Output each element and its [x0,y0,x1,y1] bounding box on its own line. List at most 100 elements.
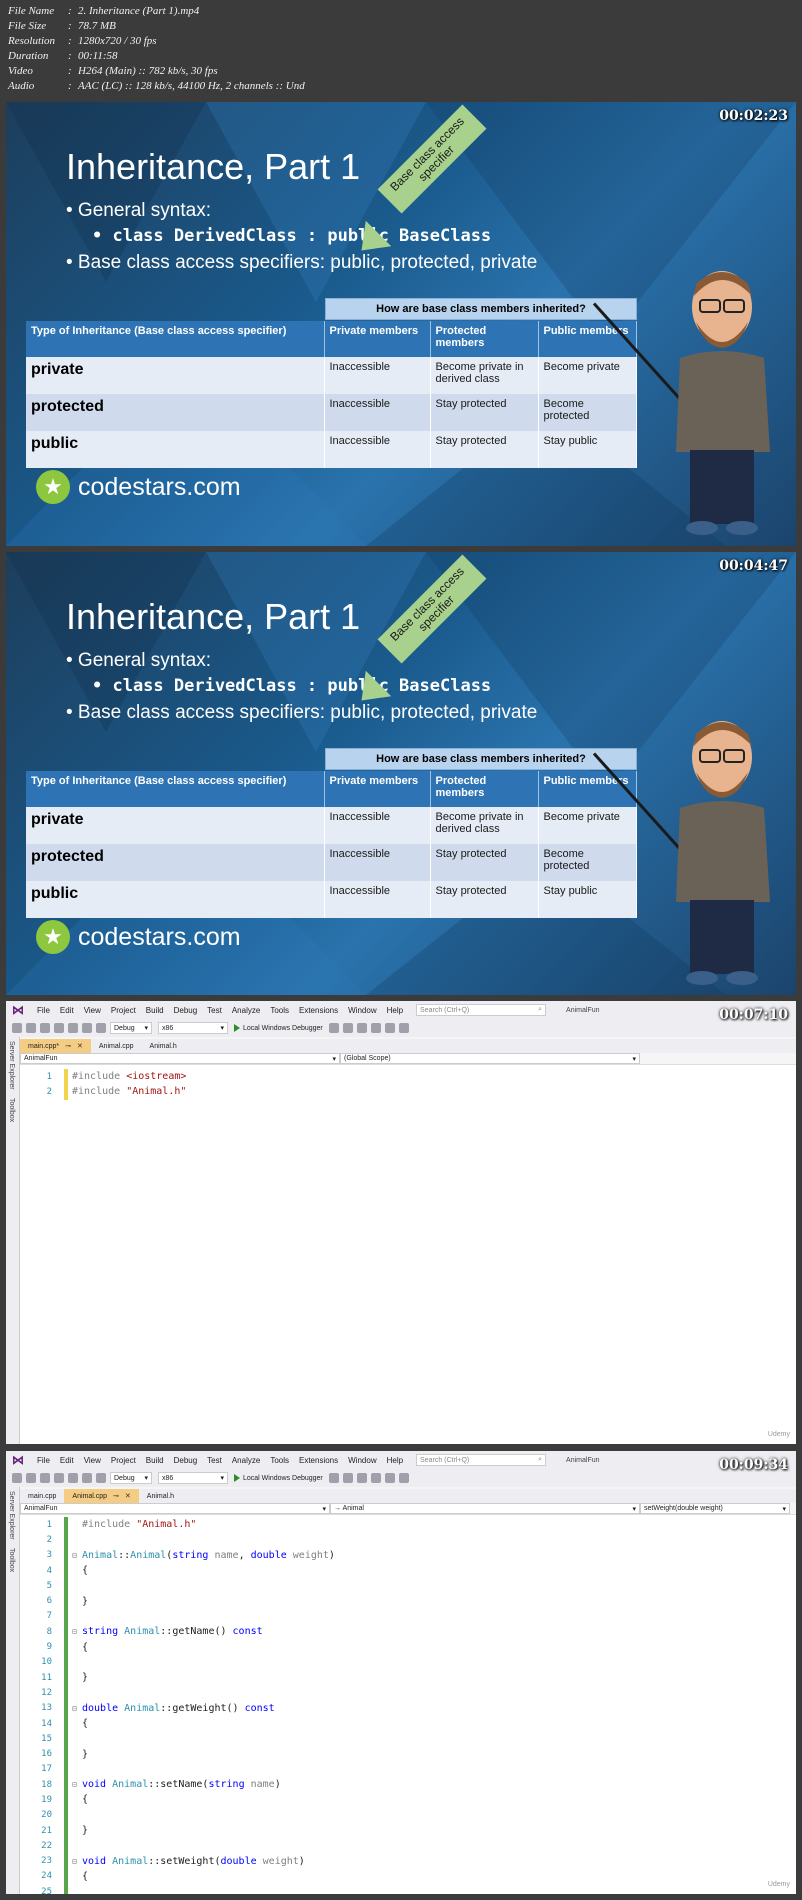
menu-project[interactable]: Project [106,1006,141,1015]
tab-animal-cpp[interactable]: Animal.cpp ⊸ ✕ [64,1489,139,1503]
menu-extensions[interactable]: Extensions [294,1456,343,1465]
new-item-icon[interactable] [40,1473,50,1483]
code-line: 12 [20,1685,796,1701]
tab-label: Animal.cpp [98,1042,134,1050]
toolbox-tab[interactable]: Toolbox [6,1544,17,1576]
bookmark-icon[interactable] [384,1023,395,1033]
menu-edit[interactable]: Edit [55,1456,79,1465]
toolbar-icon[interactable] [370,1473,381,1483]
menu-debug[interactable]: Debug [169,1006,203,1015]
code-editor[interactable]: 1 #include "Animal.h" 2 3 ⊟ Animal:: Animal(… [20,1515,796,1894]
menu-edit[interactable]: Edit [55,1006,79,1015]
table-row: public Inaccessible Stay protected Stay … [26,881,637,918]
redo-icon[interactable] [96,1023,106,1033]
undo-icon[interactable] [82,1023,92,1033]
menu-file[interactable]: File [32,1456,55,1465]
menu-help[interactable]: Help [382,1006,408,1015]
new-item-icon[interactable] [40,1023,50,1033]
toolbar-icon[interactable] [398,1473,409,1483]
fold-icon[interactable]: ⊟ [72,1627,82,1636]
slide-title: Inheritance, Part 1 [66,146,361,187]
menu-analyze[interactable]: Analyze [227,1456,265,1465]
back-icon[interactable] [12,1473,22,1483]
menu-file[interactable]: File [32,1006,55,1015]
code-editor[interactable]: 1 #include <iostream> 2 #include "Animal… [20,1065,796,1444]
menu-project[interactable]: Project [106,1456,141,1465]
toolbar-icon[interactable] [342,1473,353,1483]
pin-icon[interactable]: ⊸ [113,1492,119,1500]
menu-analyze[interactable]: Analyze [227,1006,265,1015]
back-icon[interactable] [12,1023,22,1033]
table-row: private Inaccessible Become private in d… [26,807,637,844]
inheritance-table: Type of Inheritance (Base class access s… [26,321,637,468]
search-icon: ⌕ [538,1456,543,1463]
redo-icon[interactable] [96,1473,106,1483]
toolbar-icon[interactable] [356,1023,367,1033]
search-input[interactable]: Search (Ctrl+Q) ⌕ [416,1454,547,1466]
bookmark-icon[interactable] [384,1473,395,1483]
menu-test[interactable]: Test [202,1006,227,1015]
run-debugger-button[interactable]: Local Windows Debugger [234,1024,323,1032]
tab-main-cpp[interactable]: main.cpp [20,1489,64,1503]
table-cell: private [26,357,325,394]
table-cell: Inaccessible [324,394,431,431]
tab-animal-h[interactable]: Animal.h [142,1039,185,1053]
menu-extensions[interactable]: Extensions [294,1006,343,1015]
save-all-icon[interactable] [68,1473,78,1483]
tab-main-cpp[interactable]: main.cpp* ⊸ ✕ [20,1039,91,1053]
save-icon[interactable] [54,1023,64,1033]
close-icon[interactable]: ✕ [125,1492,131,1500]
menu-view[interactable]: View [79,1006,106,1015]
menu-test[interactable]: Test [202,1456,227,1465]
menu-tools[interactable]: Tools [265,1456,294,1465]
info-row: File Name:2. Inheritance (Part 1).mp4 [8,5,200,17]
save-icon[interactable] [54,1473,64,1483]
toolbox-tab[interactable]: Toolbox [6,1094,17,1126]
toolbar-icon[interactable] [356,1473,367,1483]
menu-view[interactable]: View [79,1456,106,1465]
menu-window[interactable]: Window [343,1456,381,1465]
forward-icon[interactable] [26,1473,36,1483]
table-header-cell: Public members [538,771,637,807]
server-explorer-tab[interactable]: Server Explorer [6,1037,17,1094]
menu-build[interactable]: Build [141,1006,169,1015]
scope-dropdown[interactable]: (Global Scope) ▾ [340,1053,640,1064]
server-explorer-tab[interactable]: Server Explorer [6,1487,17,1544]
member-dropdown[interactable]: setWeight(double weight) ▾ [640,1503,790,1514]
undo-icon[interactable] [82,1473,92,1483]
code-line: 22 [20,1838,796,1854]
star-icon: ★ [36,920,70,954]
toolbar-icon[interactable] [328,1023,339,1033]
info-row: File Size:78.7 MB [8,20,116,32]
pin-icon[interactable]: ⊸ [65,1042,71,1050]
menu-help[interactable]: Help [382,1456,408,1465]
project-dropdown[interactable]: AnimalFun ▾ [20,1053,340,1064]
config-select[interactable]: Debug ▾ [110,1022,152,1034]
config-select[interactable]: Debug ▾ [110,1472,152,1484]
close-icon[interactable]: ✕ [77,1042,83,1050]
table-top-header: How are base class members inherited? [325,748,637,770]
search-input[interactable]: Search (Ctrl+Q) ⌕ [416,1004,547,1016]
fold-icon[interactable]: ⊟ [72,1704,82,1713]
run-debugger-button[interactable]: Local Windows Debugger [234,1474,323,1482]
platform-select[interactable]: x86 ▾ [158,1472,228,1484]
menu-window[interactable]: Window [343,1006,381,1015]
tab-animal-h[interactable]: Animal.h [139,1489,182,1503]
fold-icon[interactable]: ⊟ [72,1551,82,1560]
toolbar-icon[interactable] [398,1023,409,1033]
tab-animal-cpp[interactable]: Animal.cpp [91,1039,142,1053]
menu-debug[interactable]: Debug [169,1456,203,1465]
chevron-down-icon: ▾ [632,1505,636,1513]
platform-select[interactable]: x86 ▾ [158,1022,228,1034]
menu-tools[interactable]: Tools [265,1006,294,1015]
forward-icon[interactable] [26,1023,36,1033]
menu-build[interactable]: Build [141,1456,169,1465]
toolbar-icon[interactable] [342,1023,353,1033]
save-all-icon[interactable] [68,1023,78,1033]
scope-dropdown[interactable]: → Animal ▾ [330,1503,640,1514]
toolbar-icon[interactable] [370,1023,381,1033]
fold-icon[interactable]: ⊟ [72,1780,82,1789]
toolbar-icon[interactable] [328,1473,339,1483]
project-dropdown[interactable]: AnimalFun ▾ [20,1503,330,1514]
fold-icon[interactable]: ⊟ [72,1857,82,1866]
